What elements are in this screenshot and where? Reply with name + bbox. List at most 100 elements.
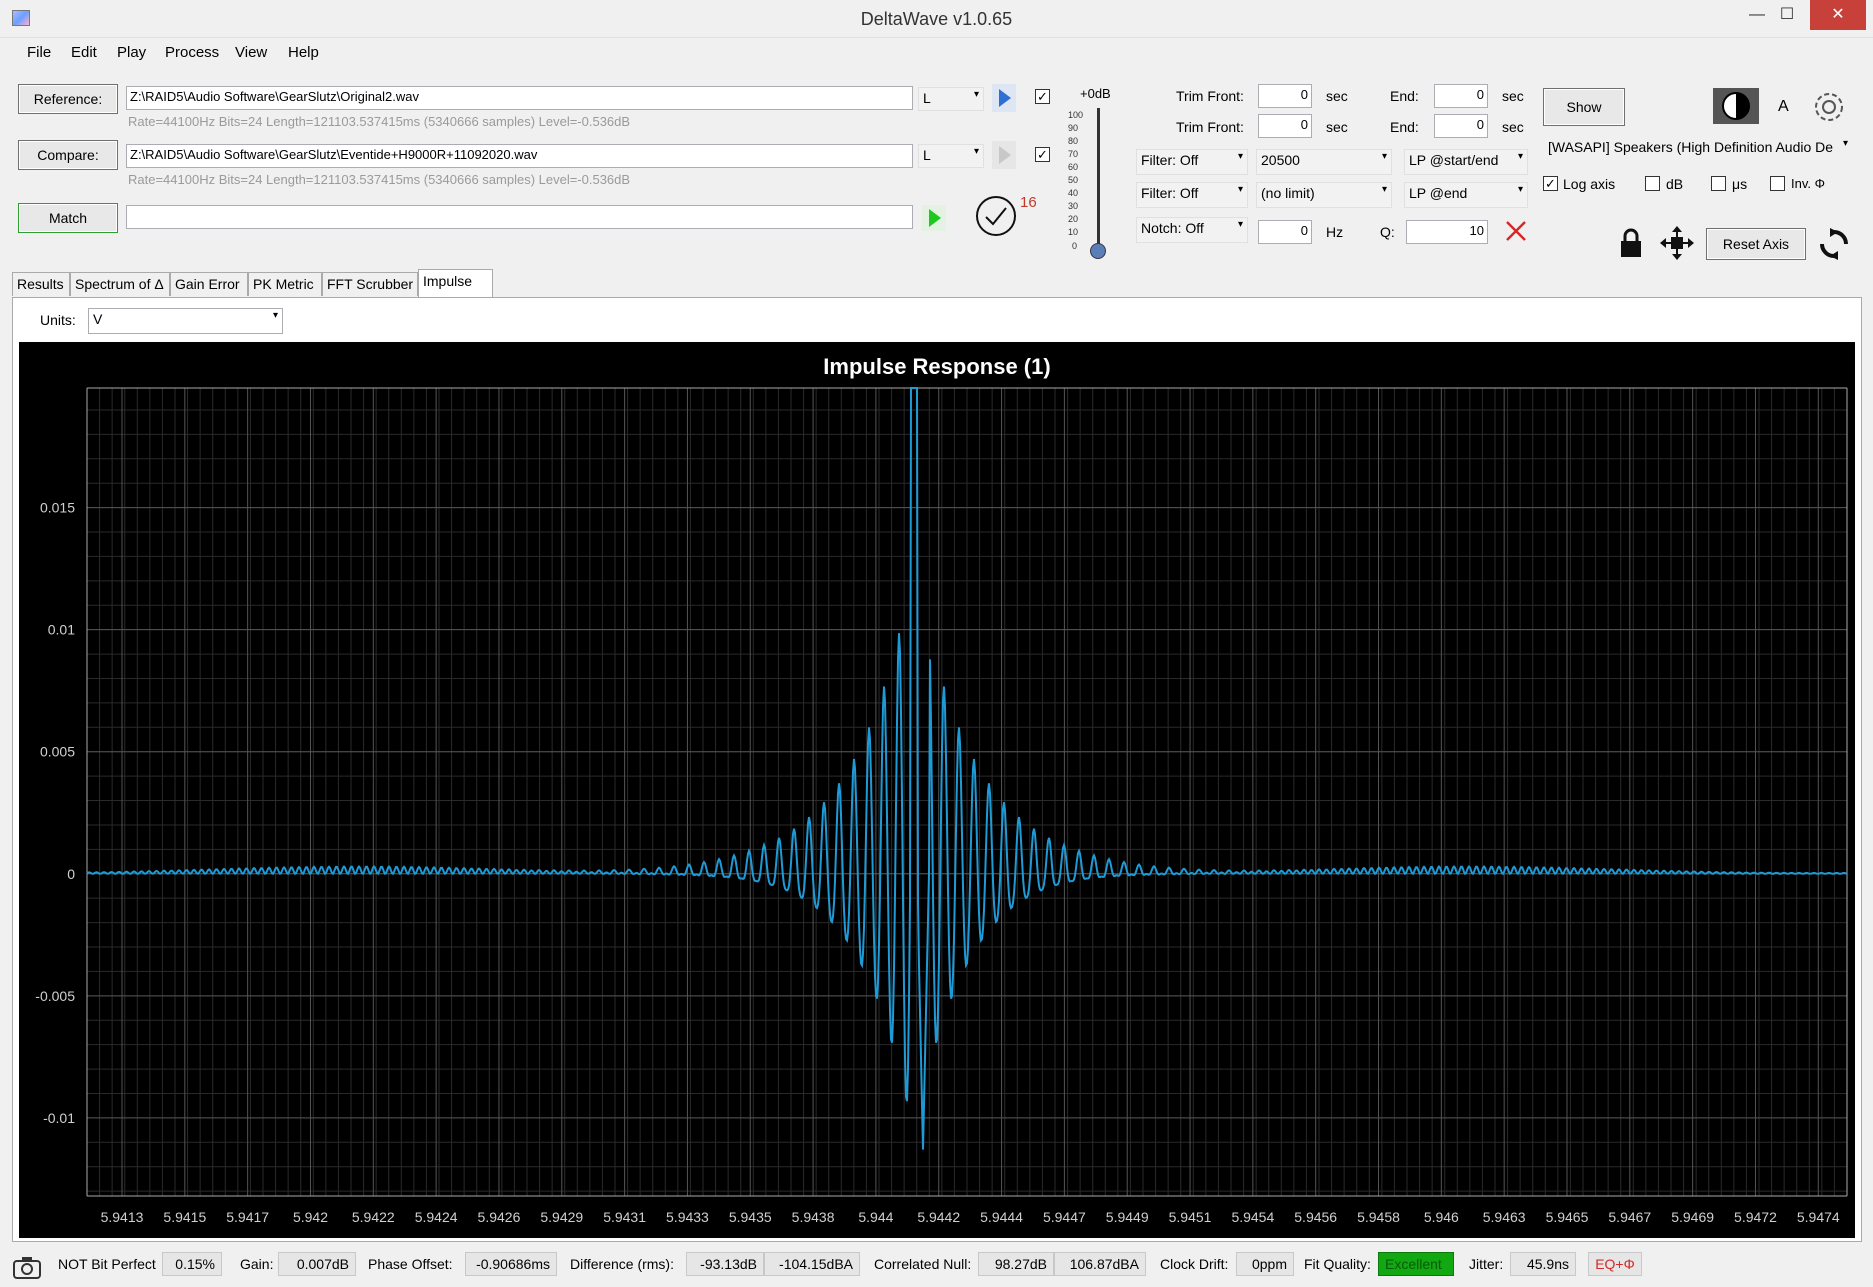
chevron-down-icon: ▾ [973,146,979,157]
impulse-chart-svg[interactable]: Impulse Response (1) 5.9413 5.9415 5.9417 5.… [19,342,1855,1238]
log-axis-label: Log axis [1563,176,1616,192]
y-tick-label: -0.01 [43,1110,75,1126]
trim-front-input-2[interactable]: 0 [1258,114,1312,138]
x-tick-label: 5.9431 [603,1209,646,1225]
notch-q-input[interactable]: 10 [1406,220,1488,244]
trim-end-input-1[interactable]: 0 [1434,84,1488,108]
play-compare-icon[interactable] [992,141,1016,169]
show-button[interactable]: Show [1543,88,1625,126]
filter-mode-select-1[interactable]: Filter: Off ▾ [1136,149,1248,175]
trim-front-label-2: Trim Front: [1176,119,1244,135]
y-tick-label: 0.015 [40,500,75,516]
match-count: 16 [1020,194,1037,211]
x-tick-label: 5.9451 [1169,1209,1212,1225]
notch-mode-select[interactable]: Notch: Off ▾ [1136,217,1248,243]
clear-filters-x-icon[interactable] [1504,219,1528,243]
fit-quality-label: Fit Quality: [1304,1256,1371,1272]
reference-path-input[interactable]: Z:\RAID5\Audio Software\GearSlutz\Origin… [126,86,913,110]
us-checkbox[interactable] [1711,176,1726,191]
chevron-down-icon: ▾ [1237,151,1243,162]
camera-icon[interactable] [12,1254,42,1280]
menu-file[interactable]: File [27,44,51,61]
correlated-null-dba-value: 106.87dBA [1054,1252,1146,1276]
filter-value-select-2[interactable]: (no limit) ▾ [1256,182,1392,208]
tab-impulse[interactable]: Impulse [418,269,493,297]
chevron-down-icon: ▾ [272,310,278,321]
match-button[interactable]: Match [18,203,118,233]
notch-hz-label: Hz [1326,224,1344,240]
menu-process[interactable]: Process [165,44,219,61]
units-select[interactable]: V ▾ [88,308,283,334]
x-tick-label: 5.9426 [478,1209,521,1225]
x-tick-label: 5.944 [858,1209,893,1225]
trim-front-unit-1: sec [1326,88,1348,104]
refresh-icon[interactable] [1818,228,1850,260]
trim-front-unit-2: sec [1326,119,1348,135]
eq-phase-indicator[interactable]: EQ+Φ [1588,1252,1642,1276]
volume-label: +0dB [1080,86,1111,101]
db-checkbox[interactable] [1645,176,1660,191]
a-weighting-label[interactable]: A [1778,98,1789,116]
menu-edit[interactable]: Edit [71,44,97,61]
menu-play[interactable]: Play [117,44,146,61]
volume-slider-handle[interactable] [1090,243,1106,259]
pan-move-icon[interactable] [1659,225,1695,261]
x-tick-label: 5.9456 [1294,1209,1337,1225]
reset-axis-button[interactable]: Reset Axis [1706,228,1806,260]
maximize-button[interactable]: ☐ [1766,0,1808,30]
x-tick-label: 5.9467 [1608,1209,1651,1225]
audio-device-select[interactable]: [WASAPI] Speakers (High Definition Audio… [1543,136,1853,162]
menu-view[interactable]: View [235,44,267,61]
x-tick-label: 5.9458 [1357,1209,1400,1225]
compare-path-input[interactable]: Z:\RAID5\Audio Software\GearSlutz\Eventi… [126,144,913,168]
chevron-down-icon: ▾ [1517,184,1523,195]
title-bar: DeltaWave v1.0.65 — ☐ ✕ [0,0,1873,38]
tab-fft-scrubber[interactable]: FFT Scrubber [322,272,418,296]
chevron-down-icon: ▾ [1237,184,1243,195]
compare-button[interactable]: Compare: [18,140,118,170]
log-axis-checkbox[interactable]: ✓ [1543,176,1558,191]
x-tick-label: 5.9444 [980,1209,1023,1225]
invert-phase-checkbox[interactable] [1770,176,1785,191]
reference-button[interactable]: Reference: [18,84,118,114]
x-tick-label: 5.9429 [540,1209,583,1225]
tab-spectrum-of-delta[interactable]: Spectrum of Δ [70,272,170,296]
tab-results[interactable]: Results [12,272,70,296]
correlated-null-db-value: 98.27dB [978,1252,1054,1276]
lock-icon[interactable] [1618,227,1644,259]
notch-hz-input[interactable]: 0 [1258,220,1312,244]
play-reference-icon[interactable] [992,84,1016,112]
compare-channel-select[interactable]: L ▾ [918,144,984,168]
tab-gain-error[interactable]: Gain Error [170,272,248,296]
settings-gear-icon[interactable] [1812,90,1846,124]
chevron-down-icon: ▾ [1381,184,1387,195]
x-tick-label: 5.9424 [415,1209,458,1225]
clock-drift-value: 0ppm [1236,1252,1294,1276]
x-tick-label: 5.9472 [1734,1209,1777,1225]
x-tick-label: 5.9465 [1546,1209,1589,1225]
contrast-toggle-icon[interactable] [1713,88,1759,124]
trim-end-input-2[interactable]: 0 [1434,114,1488,138]
window-title: DeltaWave v1.0.65 [860,9,1013,29]
tab-pk-metric[interactable]: PK Metric [248,272,322,296]
filter-mode-select-2[interactable]: Filter: Off ▾ [1136,182,1248,208]
y-tick-label: 0 [67,866,75,882]
chevron-down-icon: ▾ [1381,151,1387,162]
play-difference-icon[interactable] [922,205,946,231]
compare-enable-checkbox[interactable]: ✓ [1035,147,1050,162]
filter-type-select-1[interactable]: LP @start/end ▾ [1404,149,1528,175]
x-tick-label: 5.9422 [352,1209,395,1225]
jitter-label: Jitter: [1469,1256,1504,1272]
x-tick-label: 5.9454 [1231,1209,1274,1225]
phase-offset-label: Phase Offset: [368,1256,453,1272]
menu-help[interactable]: Help [288,44,319,61]
close-button[interactable]: ✕ [1810,0,1866,30]
match-progress-bar [126,205,913,229]
filter-type-select-2[interactable]: LP @end ▾ [1404,182,1528,208]
reference-enable-checkbox[interactable]: ✓ [1035,89,1050,104]
x-tick-label: 5.9438 [792,1209,835,1225]
match-status-check-icon [976,196,1016,236]
trim-front-input-1[interactable]: 0 [1258,84,1312,108]
filter-value-select-1[interactable]: 20500 ▾ [1256,149,1392,175]
reference-channel-select[interactable]: L ▾ [918,87,984,111]
